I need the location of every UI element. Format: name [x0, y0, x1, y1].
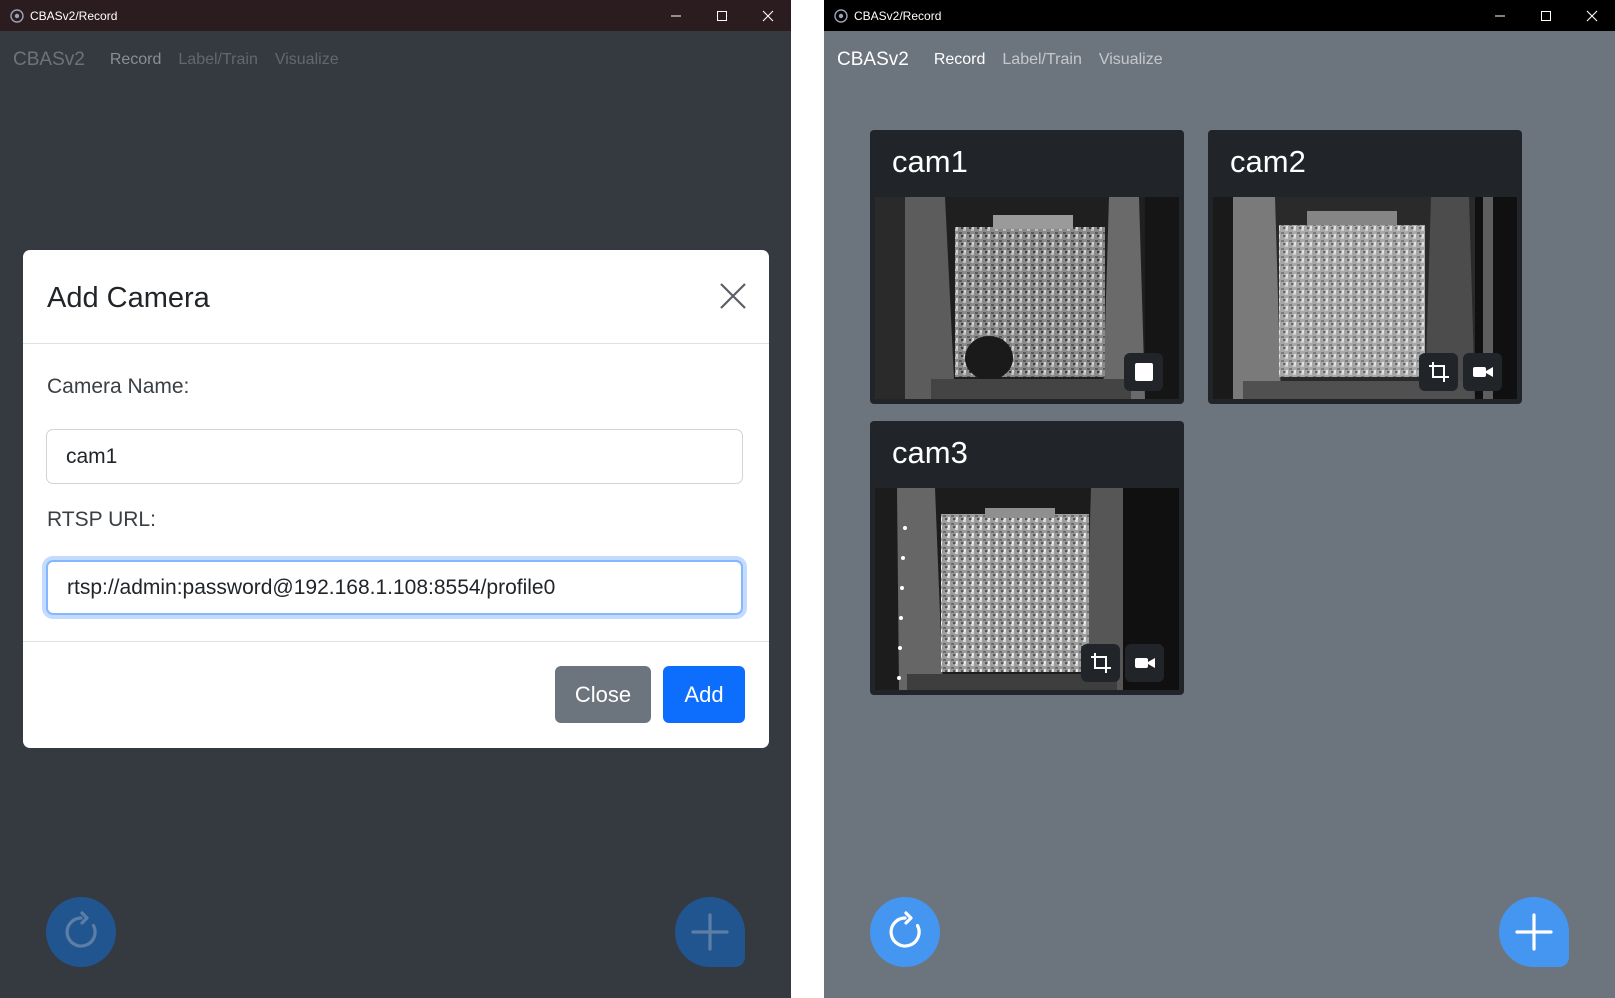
camera-name: cam2: [1230, 144, 1306, 179]
nav-label-train[interactable]: Label/Train: [178, 51, 257, 69]
add-camera-button[interactable]: [675, 897, 745, 967]
rtsp-url-input[interactable]: [46, 560, 743, 615]
stop-icon: [1134, 363, 1153, 381]
brand[interactable]: CBASv2: [837, 49, 909, 71]
rtsp-url-label: RTSP URL:: [47, 508, 156, 531]
nav-record[interactable]: Record: [934, 51, 986, 69]
minimize-icon: [671, 15, 681, 16]
add-camera-button[interactable]: [1499, 897, 1569, 967]
start-recording-button[interactable]: [1463, 353, 1502, 391]
nav-label-train[interactable]: Label/Train: [1002, 51, 1081, 69]
window-title: CBASv2/Record: [854, 8, 942, 23]
crop-button[interactable]: [1419, 353, 1458, 391]
camera-card-cam3: cam3: [870, 421, 1184, 695]
window-title: CBASv2/Record: [30, 8, 118, 23]
plus-icon: [1515, 913, 1553, 951]
add-button[interactable]: Add: [663, 666, 745, 723]
video-camera-icon: [1472, 367, 1493, 377]
title-bar: CBASv2/Record: [0, 0, 791, 31]
app-window-with-modal: CBASv2/Record CBASv2 Record Label/Train …: [0, 0, 791, 998]
navbar: CBASv2 Record Label/Train Visualize: [824, 31, 1615, 89]
minimize-button[interactable]: [1477, 0, 1523, 31]
close-button[interactable]: Close: [555, 666, 651, 723]
nav-record[interactable]: Record: [110, 51, 162, 69]
window-close-button[interactable]: [745, 0, 791, 31]
camera-name-label: Camera Name:: [47, 375, 190, 398]
brand[interactable]: CBASv2: [13, 49, 85, 71]
crop-icon: [1428, 362, 1449, 382]
maximize-icon: [717, 10, 727, 21]
minimize-icon: [1495, 15, 1505, 16]
modal-title: Add Camera: [47, 282, 210, 314]
plus-icon: [691, 913, 729, 951]
navbar: CBASv2 Record Label/Train Visualize: [0, 31, 791, 89]
camera-card-cam1: cam1: [870, 130, 1184, 404]
close-icon: [720, 283, 746, 309]
camera-name-input[interactable]: [46, 429, 743, 484]
nav-visualize[interactable]: Visualize: [275, 51, 339, 69]
minimize-button[interactable]: [653, 0, 699, 31]
app-icon: [10, 8, 24, 23]
app-window-camera-grid: CBASv2/Record CBASv2 Record Label/Train …: [824, 0, 1615, 998]
refresh-button[interactable]: [46, 897, 116, 967]
refresh-icon: [65, 911, 97, 948]
close-icon: [1586, 10, 1598, 21]
maximize-button[interactable]: [1523, 0, 1569, 31]
modal-close-button[interactable]: [719, 282, 749, 312]
crop-button[interactable]: [1081, 644, 1120, 682]
modal-header: Add Camera: [23, 250, 769, 344]
title-bar: CBASv2/Record: [824, 0, 1615, 31]
modal-footer: Close Add: [23, 641, 769, 748]
stop-recording-button[interactable]: [1124, 353, 1163, 391]
nav-visualize[interactable]: Visualize: [1099, 51, 1163, 69]
maximize-icon: [1541, 10, 1551, 21]
camera-name: cam3: [892, 435, 968, 470]
close-icon: [762, 10, 774, 21]
add-camera-modal: Add Camera Camera Name: RTSP URL: Close …: [23, 250, 769, 748]
app-icon: [834, 8, 848, 23]
start-recording-button[interactable]: [1125, 644, 1164, 682]
window-close-button[interactable]: [1569, 0, 1615, 31]
camera-card-cam2: cam2: [1208, 130, 1522, 404]
maximize-button[interactable]: [699, 0, 745, 31]
refresh-button[interactable]: [870, 897, 940, 967]
crop-icon: [1090, 653, 1111, 673]
refresh-icon: [889, 911, 921, 948]
camera-name: cam1: [892, 144, 968, 179]
video-camera-icon: [1134, 658, 1155, 668]
